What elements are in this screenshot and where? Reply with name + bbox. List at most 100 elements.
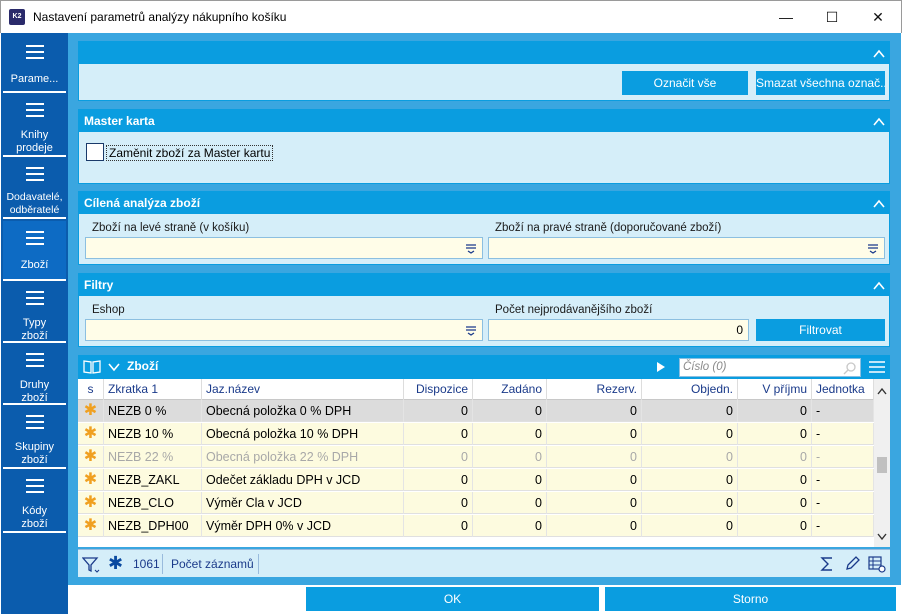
list-icon [25, 291, 44, 305]
mark-all-button[interactable]: Označit vše [622, 71, 748, 95]
filters-title: Filtry [84, 278, 114, 292]
sidebar-item-sales-books[interactable]: Knihy prodeje [3, 95, 66, 157]
column-header-unit[interactable]: Jednotka [812, 379, 874, 400]
table-row[interactable]: ✱ NEZB_ZAKL Odečet základu DPH v JCD 0 0… [78, 469, 874, 491]
ok-button[interactable]: OK [306, 587, 599, 611]
master-card-header: Master karta [79, 110, 889, 132]
eshop-input[interactable] [85, 319, 483, 341]
cell-name: Obecná položka 22 % DPH [202, 446, 404, 468]
sidebar-item-parameters[interactable]: Parame... [3, 33, 66, 93]
top-goods-count-input[interactable]: 0 [488, 319, 749, 341]
chevron-up-icon[interactable] [873, 198, 885, 210]
sidebar-item-goods-codes[interactable]: Kódy zboží [3, 471, 66, 533]
master-card-panel: Master karta Zaměnit zboží za Master kar… [78, 109, 890, 184]
book-icon[interactable] [83, 359, 101, 375]
table-row[interactable]: ✱ NEZB_CLO Výměr Cla v JCD 0 0 0 0 0 - [78, 492, 874, 514]
chevron-up-icon[interactable] [873, 48, 885, 60]
goods-grid-footer: ✱ 1061 Počet záznamů [78, 549, 890, 577]
column-header-code[interactable]: Zkratka 1 [104, 379, 202, 400]
record-count: 1061 [133, 557, 160, 571]
cell-ordered: 0 [642, 423, 738, 445]
asterisk-icon[interactable]: ✱ [108, 553, 123, 574]
sidebar-item-label: Skupiny zboží [14, 441, 55, 466]
cell-name: Obecná položka 10 % DPH [202, 423, 404, 445]
table-row[interactable]: ✱ NEZB 22 % Obecná položka 22 % DPH 0 0 … [78, 446, 874, 468]
cell-reserved: 0 [547, 400, 642, 422]
cell-reserved: 0 [547, 492, 642, 514]
window-title: Nastavení parametrů analýzy nákupního ko… [33, 10, 287, 24]
record-count-label: Počet záznamů [171, 557, 254, 571]
cell-receiving: 0 [738, 400, 812, 422]
chevron-up-icon[interactable] [873, 280, 885, 292]
chevron-up-icon[interactable] [873, 116, 885, 128]
star-icon: ✱ [78, 400, 104, 422]
scrollbar-thumb[interactable] [877, 457, 887, 473]
star-icon: ✱ [78, 423, 104, 445]
cell-name: Výměr DPH 0% v JCD [202, 515, 404, 537]
cell-reserved: 0 [547, 515, 642, 537]
cell-receiving: 0 [738, 469, 812, 491]
list-icon [25, 415, 44, 429]
list-icon [25, 103, 44, 117]
grid-search-input[interactable]: Číslo (0) [679, 358, 861, 377]
filter-button[interactable]: Filtrovat [756, 319, 885, 341]
sidebar-item-goods-groups[interactable]: Skupiny zboží [3, 407, 66, 469]
replace-master-label[interactable]: Zaměnit zboží za Master kartu [106, 145, 274, 161]
title-bar: K2 Nastavení parametrů analýzy nákupního… [0, 0, 902, 33]
column-header-receiving[interactable]: V příjmu [738, 379, 812, 400]
dropdown-icon[interactable] [464, 242, 478, 254]
cell-unit: - [812, 469, 874, 491]
column-header-entered[interactable]: Zadáno [473, 379, 547, 400]
table-settings-icon[interactable] [868, 555, 886, 573]
left-goods-input[interactable] [85, 237, 483, 259]
sidebar-item-label: Kódy zboží [21, 505, 48, 530]
chevron-down-icon[interactable] [108, 362, 120, 372]
column-header-name[interactable]: Jaz.název [202, 379, 404, 400]
cell-entered: 0 [473, 400, 547, 422]
right-goods-input[interactable] [488, 237, 885, 259]
scroll-up-icon[interactable] [877, 387, 887, 395]
cell-name: Obecná položka 0 % DPH [202, 400, 404, 422]
table-row[interactable]: ✱ NEZB 0 % Obecná položka 0 % DPH 0 0 0 … [78, 400, 874, 422]
dropdown-icon[interactable] [866, 242, 880, 254]
cell-disposition: 0 [404, 469, 473, 491]
column-header-disposition[interactable]: Dispozice [404, 379, 473, 400]
cell-unit: - [812, 446, 874, 468]
sidebar-item-label: Dodavatelé, odběratelé [6, 191, 63, 216]
maximize-button[interactable]: ☐ [809, 1, 855, 33]
star-icon: ✱ [78, 446, 104, 468]
grid-vertical-scrollbar[interactable] [874, 379, 890, 547]
cell-code: NEZB_CLO [104, 492, 202, 514]
dropdown-icon[interactable] [464, 324, 478, 336]
cell-disposition: 0 [404, 423, 473, 445]
column-header-reserved[interactable]: Rezerv. [547, 379, 642, 400]
sidebar-item-partners[interactable]: Dodavatelé, odběratelé [3, 159, 66, 219]
sidebar-item-goods[interactable]: Zboží [3, 221, 66, 281]
search-icon[interactable] [843, 361, 857, 375]
play-icon[interactable] [656, 361, 666, 373]
sidebar-item-goods-types[interactable]: Typy zboží [3, 283, 66, 343]
clear-all-marks-button[interactable]: Smazat všechna označ... [756, 71, 885, 95]
table-row[interactable]: ✱ NEZB_DPH00 Výměr DPH 0% v JCD 0 0 0 0 … [78, 515, 874, 537]
cell-unit: - [812, 423, 874, 445]
filter-icon[interactable] [82, 556, 100, 574]
close-button[interactable]: ✕ [855, 1, 901, 33]
cancel-button[interactable]: Storno [605, 587, 896, 611]
master-card-title: Master karta [84, 114, 155, 128]
menu-icon[interactable] [868, 360, 886, 374]
table-row[interactable]: ✱ NEZB 10 % Obecná položka 10 % DPH 0 0 … [78, 423, 874, 445]
column-header-ordered[interactable]: Objedn. [642, 379, 738, 400]
goods-grid-title: Zboží [127, 359, 159, 373]
goods-grid-body: ✱ NEZB 0 % Obecná položka 0 % DPH 0 0 0 … [78, 400, 874, 547]
column-header-s[interactable]: s [78, 379, 104, 400]
sidebar-item-goods-kinds[interactable]: Druhy zboží [3, 345, 66, 405]
scroll-down-icon[interactable] [877, 533, 887, 541]
edit-icon[interactable] [844, 556, 860, 572]
cell-reserved: 0 [547, 469, 642, 491]
sum-icon[interactable] [819, 556, 835, 572]
cell-code: NEZB_DPH00 [104, 515, 202, 537]
cell-ordered: 0 [642, 469, 738, 491]
cell-entered: 0 [473, 515, 547, 537]
replace-master-checkbox[interactable] [86, 143, 104, 161]
minimize-button[interactable]: — [763, 1, 809, 33]
